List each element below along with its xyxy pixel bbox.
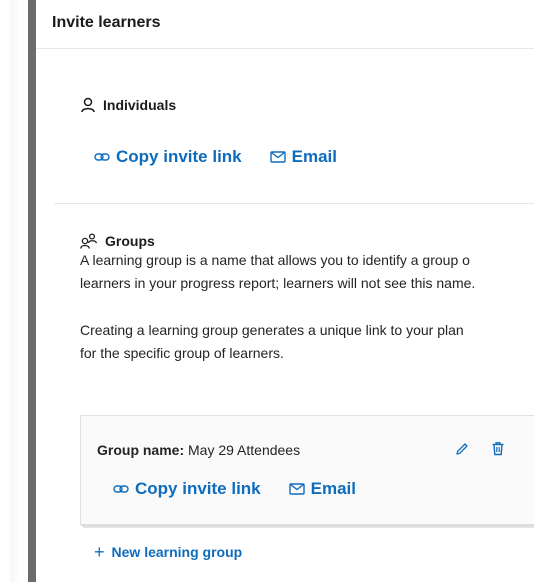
- individuals-heading: Individuals: [80, 97, 176, 113]
- group-name-value: May 29 Attendees: [184, 442, 301, 458]
- mail-icon: [288, 483, 305, 495]
- pencil-icon[interactable]: [455, 442, 469, 461]
- copy-invite-link-button[interactable]: Copy invite link: [94, 147, 242, 167]
- trash-icon[interactable]: [491, 441, 505, 461]
- link-icon: [94, 151, 110, 163]
- mail-icon: [269, 151, 286, 163]
- group-copy-invite-link-button[interactable]: Copy invite link: [113, 479, 261, 499]
- group-name: Group name: May 29 Attendees: [97, 442, 300, 458]
- background-strip: [0, 0, 20, 582]
- groups-info-line-1: Creating a learning group generates a un…: [80, 322, 464, 338]
- group-card-actions: [455, 441, 505, 461]
- group-card: Group name: May 29 Attendees Copy invite…: [80, 415, 534, 525]
- group-name-label: Group name:: [97, 442, 185, 458]
- groups-heading-label: Groups: [105, 233, 155, 249]
- individuals-heading-label: Individuals: [103, 97, 177, 113]
- new-learning-group-label: New learning group: [111, 544, 243, 560]
- people-icon: [80, 233, 98, 249]
- groups-heading: Groups: [80, 233, 155, 249]
- group-email-button[interactable]: Email: [288, 479, 356, 499]
- group-copy-invite-link-label: Copy invite link: [135, 479, 261, 498]
- email-label: Email: [291, 147, 337, 166]
- group-email-label: Email: [310, 479, 356, 498]
- panel-edge: [28, 0, 36, 582]
- individuals-actions: Copy invite link Email: [94, 147, 337, 167]
- email-button[interactable]: Email: [269, 147, 337, 167]
- invite-learners-panel: Invite learners Individuals Copy invite …: [36, 0, 534, 582]
- groups-info-line-2: for the specific group of learners.: [80, 345, 284, 361]
- plus-icon: +: [94, 542, 105, 562]
- section-divider: [54, 203, 534, 204]
- header-divider: [36, 48, 534, 49]
- person-icon: [80, 97, 96, 113]
- link-icon: [113, 483, 129, 495]
- new-learning-group-button[interactable]: + New learning group: [94, 542, 243, 562]
- group-card-links: Copy invite link Email: [113, 479, 356, 499]
- panel-title: Invite learners: [52, 14, 161, 31]
- groups-description-line-2: learners in your progress report; learne…: [80, 275, 476, 291]
- copy-invite-link-label: Copy invite link: [116, 147, 242, 166]
- groups-description-line-1: A learning group is a name that allows y…: [80, 252, 470, 268]
